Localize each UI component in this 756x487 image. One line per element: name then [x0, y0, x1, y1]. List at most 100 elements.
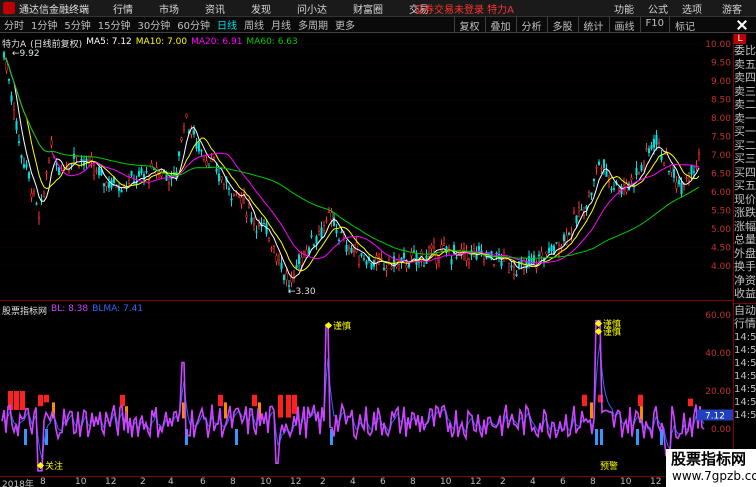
period-1min[interactable]: 1分钟	[31, 17, 57, 32]
candle-body	[382, 267, 386, 270]
candle-body	[567, 232, 571, 235]
login-notice[interactable]: 证券交易未登录 特力A	[414, 1, 514, 16]
date-tick: 6	[560, 477, 566, 487]
ma60-line	[3, 57, 700, 259]
tool-f10[interactable]: F10	[639, 17, 669, 33]
indicator-chart[interactable]: 60.0040.0020.000.00-20.00谨慎谨慎谨慎关注预警7.12 …	[0, 300, 733, 476]
candle-body	[662, 163, 666, 166]
candle-body	[297, 254, 301, 265]
candle-body	[650, 145, 653, 149]
auto-label[interactable]: 自动	[734, 302, 756, 318]
menu-item-news[interactable]: 资讯	[205, 1, 225, 16]
tool-mark[interactable]: 标记	[669, 17, 700, 33]
candle-body	[355, 242, 358, 253]
candle-body	[677, 179, 681, 185]
candle-body	[192, 130, 196, 135]
candle-body	[177, 151, 181, 157]
tool-analysis[interactable]: 分析	[515, 17, 547, 33]
kline-chart[interactable]: 10.00 9.50 9.00 8.50 8.00 7.50 7.00 6.50 6.00 5.5…	[0, 34, 733, 300]
candle-body	[450, 259, 453, 265]
period-monthly[interactable]: 月线	[271, 17, 291, 32]
period-5min[interactable]: 5分钟	[64, 17, 90, 32]
candle-body	[270, 247, 273, 250]
candle-body	[307, 247, 311, 254]
guest-label[interactable]: 游客	[722, 1, 742, 16]
candle-body	[645, 148, 648, 150]
adjust-mode: (日线前复权)	[30, 40, 83, 50]
candle-body	[335, 230, 338, 234]
candle-body	[385, 268, 388, 271]
candle-body	[597, 161, 601, 166]
candle-body	[312, 244, 316, 246]
tool-statistics[interactable]: 统计	[577, 17, 609, 33]
signal-bar	[235, 429, 238, 445]
period-weekly[interactable]: 周线	[244, 17, 264, 32]
signal-bar	[14, 391, 19, 410]
candle-body	[85, 158, 88, 162]
tool-multi-stock[interactable]: 多股	[546, 17, 578, 33]
candle-body	[212, 157, 216, 160]
tool-overlay[interactable]: 叠加	[484, 17, 516, 33]
price-tick: 10.00	[705, 40, 731, 50]
date-tick: 4	[168, 477, 174, 487]
date-tick: 6	[380, 477, 386, 487]
signal-bar	[120, 394, 125, 407]
date-tick: 8	[590, 477, 596, 487]
candle-body	[130, 170, 133, 176]
candle-body	[302, 250, 306, 253]
period-timeshare[interactable]: 分时	[4, 17, 24, 32]
candle-body	[230, 198, 233, 201]
menu-item-options[interactable]: 选项	[682, 1, 702, 16]
candle-body	[507, 263, 511, 273]
low-annotation: ←3.30	[288, 287, 316, 297]
date-tick: 10	[260, 477, 272, 487]
candle-body	[592, 178, 596, 182]
ma60-value: MA60: 6.63	[246, 37, 298, 47]
quote-field: 涨跌	[734, 206, 756, 219]
menu-item-exchange[interactable]: 市场	[159, 1, 179, 16]
close-icon[interactable]	[736, 19, 748, 31]
candle-body	[380, 258, 383, 260]
period-daily[interactable]: 日线	[217, 17, 237, 32]
candle-body	[337, 239, 341, 242]
menu-item-market[interactable]: 行情	[113, 1, 133, 16]
price-tick: 9.00	[711, 77, 731, 87]
menu-item-discover[interactable]: 发现	[251, 1, 271, 16]
level-badge: L	[734, 34, 746, 44]
signal-bar	[600, 429, 603, 445]
candle-body	[365, 261, 368, 265]
period-15min[interactable]: 15分钟	[98, 17, 131, 32]
candle-body	[415, 253, 418, 265]
indicator-tick: 40.00	[705, 349, 731, 359]
candle-body	[675, 181, 678, 189]
candle-body	[55, 163, 58, 166]
candle-body	[595, 167, 598, 169]
watermark-url: www.7gpzb.com	[672, 469, 756, 483]
candle-body	[280, 263, 283, 269]
tool-draw-line[interactable]: 画线	[608, 17, 640, 33]
menu-item-xiaoda[interactable]: 问小达	[297, 1, 327, 16]
candle-body	[247, 204, 251, 208]
candle-body	[370, 262, 373, 269]
candle-body	[562, 234, 566, 242]
date-tick: 12	[290, 477, 302, 487]
signal-bar	[252, 394, 257, 407]
candle-body	[547, 247, 551, 253]
menu-item-function[interactable]: 功能	[614, 1, 634, 16]
candle-body	[692, 171, 696, 173]
tool-restore-rights[interactable]: 复权	[453, 17, 485, 33]
quote-field: 卖四	[734, 71, 756, 84]
period-30min[interactable]: 30分钟	[137, 17, 170, 32]
quote-field: 总量	[734, 233, 756, 246]
candle-body	[267, 238, 271, 242]
menu-item-wealth[interactable]: 财富圈	[353, 1, 383, 16]
menu-item-formula[interactable]: 公式	[648, 1, 668, 16]
candle-body	[57, 167, 61, 176]
candle-body	[107, 182, 111, 188]
candle-body	[575, 215, 578, 223]
ma5-value: MA5: 7.12	[86, 37, 132, 47]
date-tick: 8	[230, 477, 236, 487]
period-more[interactable]: 更多	[335, 17, 355, 32]
period-multi[interactable]: 多周期	[298, 17, 328, 32]
period-60min[interactable]: 60分钟	[177, 17, 210, 32]
